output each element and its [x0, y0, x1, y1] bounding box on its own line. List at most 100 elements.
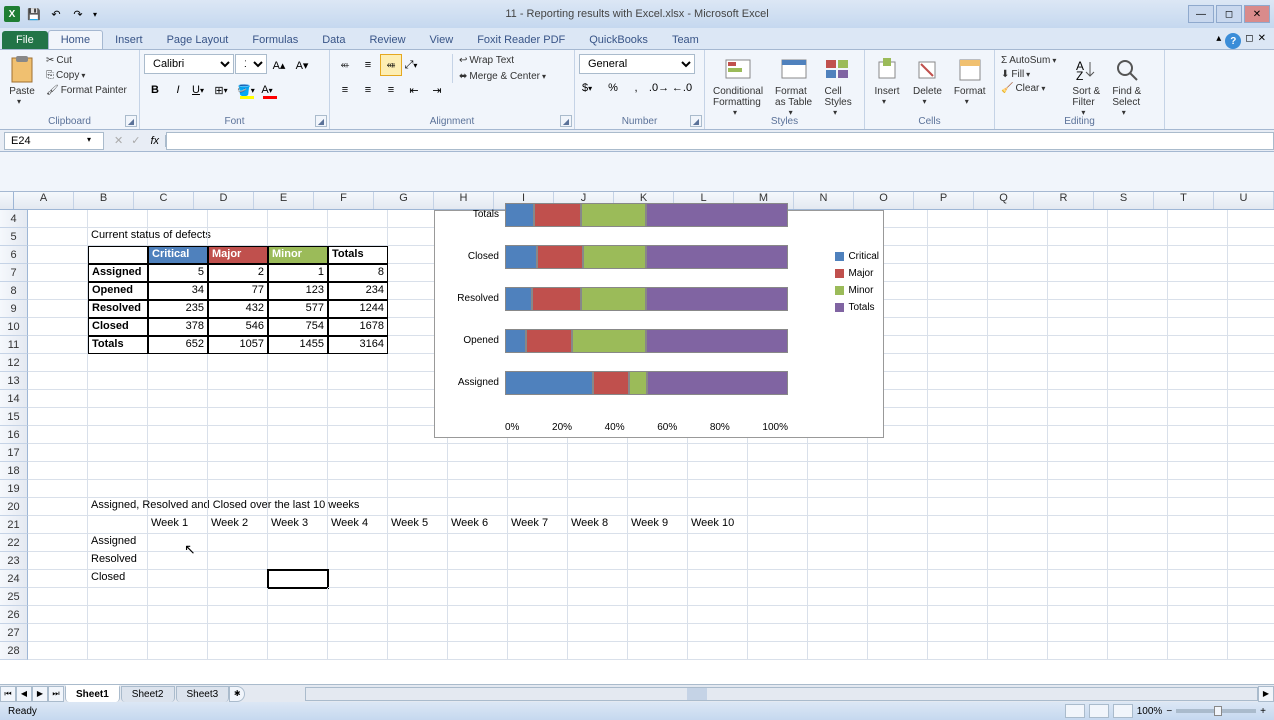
cell-D15[interactable]: [208, 408, 268, 426]
cell-P27[interactable]: [928, 624, 988, 642]
cell-I22[interactable]: [508, 534, 568, 552]
sheet-tab-sheet2[interactable]: Sheet2: [121, 686, 175, 702]
cell-L20[interactable]: [688, 498, 748, 516]
cell-Q17[interactable]: [988, 444, 1048, 462]
cell-S12[interactable]: [1108, 354, 1168, 372]
cell-L26[interactable]: [688, 606, 748, 624]
cell-F18[interactable]: [328, 462, 388, 480]
cell-K23[interactable]: [628, 552, 688, 570]
cell-I19[interactable]: [508, 480, 568, 498]
cell-Q24[interactable]: [988, 570, 1048, 588]
cell-F28[interactable]: [328, 642, 388, 660]
cell-D22[interactable]: [208, 534, 268, 552]
cell-K21[interactable]: Week 9: [628, 516, 688, 534]
cell-C26[interactable]: [148, 606, 208, 624]
cell-F25[interactable]: [328, 588, 388, 606]
cell-C14[interactable]: [148, 390, 208, 408]
cell-E19[interactable]: [268, 480, 328, 498]
align-bottom-button[interactable]: ⬵: [380, 54, 402, 76]
cell-H20[interactable]: [448, 498, 508, 516]
cell-P24[interactable]: [928, 570, 988, 588]
cell-T11[interactable]: [1168, 336, 1228, 354]
zoom-slider[interactable]: [1176, 709, 1256, 713]
row-header-18[interactable]: 18: [0, 462, 28, 480]
cell-S11[interactable]: [1108, 336, 1168, 354]
cell-K17[interactable]: [628, 444, 688, 462]
orientation-button[interactable]: ⤢▾: [403, 54, 425, 76]
cell-A18[interactable]: [28, 462, 88, 480]
clipboard-launcher[interactable]: ◢: [125, 115, 137, 127]
cell-M28[interactable]: [748, 642, 808, 660]
cell-P15[interactable]: [928, 408, 988, 426]
cell-T16[interactable]: [1168, 426, 1228, 444]
cell-P6[interactable]: [928, 246, 988, 264]
cancel-icon[interactable]: ✕: [110, 134, 127, 147]
tab-quickbooks[interactable]: QuickBooks: [577, 31, 660, 49]
cut-button[interactable]: ✂Cut: [44, 54, 129, 67]
cell-U5[interactable]: [1228, 228, 1274, 246]
cell-F13[interactable]: [328, 372, 388, 390]
cell-B15[interactable]: [88, 408, 148, 426]
cell-M20[interactable]: [748, 498, 808, 516]
row-header-4[interactable]: 4: [0, 210, 28, 228]
cell-B22[interactable]: Assigned: [88, 534, 148, 552]
cell-S28[interactable]: [1108, 642, 1168, 660]
cell-F6[interactable]: Totals: [328, 246, 388, 264]
cell-P16[interactable]: [928, 426, 988, 444]
cell-J19[interactable]: [568, 480, 628, 498]
cell-Q9[interactable]: [988, 300, 1048, 318]
cell-U21[interactable]: [1228, 516, 1274, 534]
cell-D10[interactable]: 546: [208, 318, 268, 336]
cell-G28[interactable]: [388, 642, 448, 660]
cell-O20[interactable]: [868, 498, 928, 516]
next-sheet-button[interactable]: ▶: [32, 686, 48, 702]
cell-D18[interactable]: [208, 462, 268, 480]
cell-M25[interactable]: [748, 588, 808, 606]
col-header-T[interactable]: T: [1154, 192, 1214, 209]
cell-U27[interactable]: [1228, 624, 1274, 642]
cell-T12[interactable]: [1168, 354, 1228, 372]
cell-C13[interactable]: [148, 372, 208, 390]
cell-R6[interactable]: [1048, 246, 1108, 264]
cell-D11[interactable]: 1057: [208, 336, 268, 354]
excel-icon[interactable]: X: [2, 4, 22, 24]
cell-L18[interactable]: [688, 462, 748, 480]
cell-E25[interactable]: [268, 588, 328, 606]
increase-decimal-button[interactable]: .0→: [648, 77, 670, 99]
cell-P20[interactable]: [928, 498, 988, 516]
cell-A8[interactable]: [28, 282, 88, 300]
cell-L23[interactable]: [688, 552, 748, 570]
cell-S19[interactable]: [1108, 480, 1168, 498]
cell-S24[interactable]: [1108, 570, 1168, 588]
cell-B6[interactable]: [88, 246, 148, 264]
cell-I23[interactable]: [508, 552, 568, 570]
cell-K19[interactable]: [628, 480, 688, 498]
cell-U9[interactable]: [1228, 300, 1274, 318]
row-header-28[interactable]: 28: [0, 642, 28, 660]
cell-G19[interactable]: [388, 480, 448, 498]
sheet-tab-sheet3[interactable]: Sheet3: [176, 686, 230, 702]
col-header-A[interactable]: A: [14, 192, 74, 209]
cell-F21[interactable]: Week 4: [328, 516, 388, 534]
cell-styles-button[interactable]: Cell Styles▾: [820, 54, 856, 119]
cell-A9[interactable]: [28, 300, 88, 318]
cell-P23[interactable]: [928, 552, 988, 570]
cell-R14[interactable]: [1048, 390, 1108, 408]
cell-E7[interactable]: 1: [268, 264, 328, 282]
cell-B20[interactable]: Assigned, Resolved and Closed over the l…: [88, 498, 148, 516]
row-header-13[interactable]: 13: [0, 372, 28, 390]
cell-E11[interactable]: 1455: [268, 336, 328, 354]
cell-U4[interactable]: [1228, 210, 1274, 228]
window-close-icon[interactable]: ✕: [1258, 33, 1266, 49]
cell-L24[interactable]: [688, 570, 748, 588]
cell-I21[interactable]: Week 7: [508, 516, 568, 534]
prev-sheet-button[interactable]: ◀: [16, 686, 32, 702]
cell-Q16[interactable]: [988, 426, 1048, 444]
copy-button[interactable]: ⎘Copy▾: [44, 69, 129, 82]
insert-cells-button[interactable]: Insert▾: [869, 54, 905, 108]
cell-S9[interactable]: [1108, 300, 1168, 318]
cell-P11[interactable]: [928, 336, 988, 354]
cell-F10[interactable]: 1678: [328, 318, 388, 336]
row-header-7[interactable]: 7: [0, 264, 28, 282]
cell-H21[interactable]: Week 6: [448, 516, 508, 534]
